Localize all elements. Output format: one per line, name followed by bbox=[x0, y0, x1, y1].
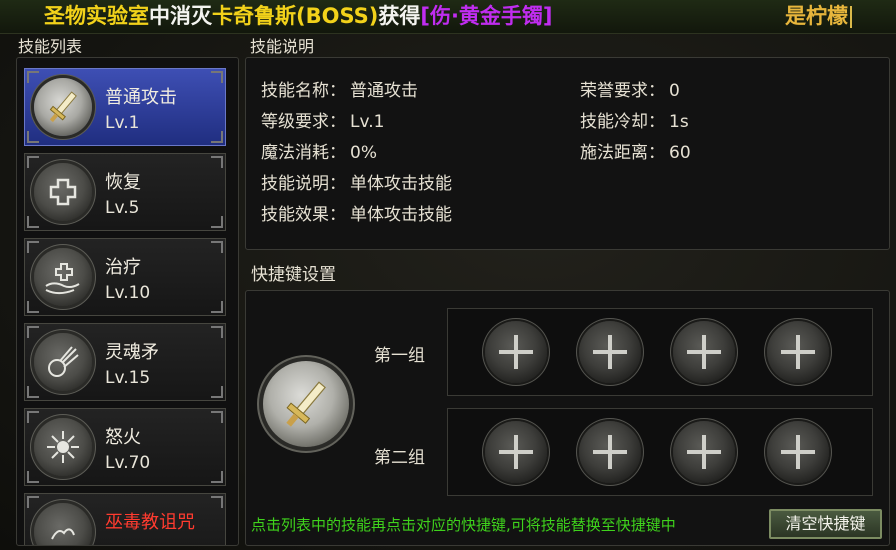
sword-icon bbox=[34, 78, 92, 136]
banner-gain: 获得 bbox=[378, 4, 421, 28]
range-value: 60 bbox=[669, 143, 691, 163]
text-cursor bbox=[850, 6, 852, 28]
shortcut-slot[interactable] bbox=[485, 321, 547, 383]
clear-shortcuts-button[interactable]: 清空快捷键 bbox=[769, 509, 882, 539]
shortcut-slot[interactable] bbox=[767, 321, 829, 383]
skill-name-value: 普通攻击 bbox=[350, 81, 418, 101]
skill-item-level: Lv.10 bbox=[105, 283, 151, 303]
shortcut-slot[interactable] bbox=[673, 421, 735, 483]
announcement-message: 圣物实验室中消灭卡奇鲁斯(BOSS)获得[伤·黄金手镯] bbox=[44, 0, 553, 33]
skill-item-voodoo-curse[interactable]: 巫毒教诅咒 bbox=[24, 493, 226, 545]
skill-item-name: 治疗 bbox=[105, 257, 141, 278]
effect-row: 技能效果： 单体攻击技能 bbox=[261, 200, 452, 225]
skill-item-level: Lv.1 bbox=[105, 113, 140, 133]
effect-label: 技能效果： bbox=[261, 205, 346, 225]
fury-icon bbox=[34, 418, 92, 476]
announcement-banner: 圣物实验室中消灭卡奇鲁斯(BOSS)获得[伤·黄金手镯] 是柠檬 bbox=[0, 0, 896, 34]
honor-row: 荣誉要求： 0 bbox=[580, 76, 680, 101]
skill-item-level: Lv.70 bbox=[105, 453, 151, 473]
plus-heal-icon bbox=[34, 163, 92, 221]
skill-item-level: Lv.15 bbox=[105, 368, 151, 388]
level-row: 等级要求： Lv.1 bbox=[261, 107, 384, 132]
banner-player-name: 是柠檬 bbox=[785, 4, 848, 28]
range-label: 施法距离： bbox=[580, 143, 665, 163]
honor-label: 荣誉要求： bbox=[580, 81, 665, 101]
banner-boss: 卡奇鲁斯(BOSS) bbox=[212, 4, 379, 28]
skill-list-title: 技能列表 bbox=[18, 37, 83, 56]
skill-item-soul-spear[interactable]: 灵魂矛 Lv.15 bbox=[24, 323, 226, 401]
level-value: Lv.1 bbox=[350, 112, 385, 132]
skill-item-fury[interactable]: 怒火 Lv.70 bbox=[24, 408, 226, 486]
effect-value: 单体攻击技能 bbox=[350, 205, 452, 225]
cooldown-value: 1s bbox=[669, 112, 689, 132]
selected-skill-sword-icon[interactable] bbox=[263, 361, 349, 447]
desc-row: 技能说明： 单体攻击技能 bbox=[261, 169, 452, 194]
skill-item-recover[interactable]: 恢复 Lv.5 bbox=[24, 153, 226, 231]
mana-label: 魔法消耗： bbox=[261, 143, 346, 163]
shortcut-group-2 bbox=[447, 408, 873, 496]
voodoo-curse-icon bbox=[34, 503, 92, 545]
skill-item-name: 巫毒教诅咒 bbox=[105, 512, 195, 533]
shortcut-slot[interactable] bbox=[485, 421, 547, 483]
skill-item-name: 恢复 bbox=[105, 172, 141, 193]
skill-window: 圣物实验室中消灭卡奇鲁斯(BOSS)获得[伤·黄金手镯] 是柠檬 技能列表 普通… bbox=[0, 0, 896, 550]
skill-info-title: 技能说明 bbox=[250, 37, 315, 56]
shortcut-slot[interactable] bbox=[767, 421, 829, 483]
banner-verb: 中消灭 bbox=[149, 4, 212, 28]
skill-item-level: Lv.5 bbox=[105, 198, 140, 218]
shortcut-group-1 bbox=[447, 308, 873, 396]
soul-spear-icon bbox=[34, 333, 92, 391]
skill-item-name: 灵魂矛 bbox=[105, 342, 159, 363]
desc-label: 技能说明： bbox=[261, 174, 346, 194]
skill-item-name: 普通攻击 bbox=[105, 87, 177, 108]
shortcut-slot[interactable] bbox=[673, 321, 735, 383]
group2-label: 第二组 bbox=[374, 448, 425, 468]
banner-location: 圣物实验室 bbox=[44, 4, 149, 28]
cooldown-label: 技能冷却： bbox=[580, 112, 665, 132]
shortcut-title: 快捷键设置 bbox=[251, 265, 336, 285]
banner-player: 是柠檬 bbox=[785, 0, 852, 33]
desc-value: 单体攻击技能 bbox=[350, 174, 452, 194]
mana-row: 魔法消耗： 0% bbox=[261, 138, 377, 163]
skill-info-panel: 技能名称： 普通攻击 等级要求： Lv.1 魔法消耗： 0% 技能说明： 单体攻击技能 … bbox=[245, 57, 890, 250]
cooldown-row: 技能冷却： 1s bbox=[580, 107, 689, 132]
skill-name-row: 技能名称： 普通攻击 bbox=[261, 76, 418, 101]
skill-name-label: 技能名称： bbox=[261, 81, 346, 101]
range-row: 施法距离： 60 bbox=[580, 138, 691, 163]
mana-value: 0% bbox=[350, 143, 377, 163]
skill-item-name: 怒火 bbox=[105, 427, 141, 448]
honor-value: 0 bbox=[669, 81, 680, 101]
shortcut-slot[interactable] bbox=[579, 321, 641, 383]
skill-item-normal-attack[interactable]: 普通攻击 Lv.1 bbox=[24, 68, 226, 146]
skill-list[interactable]: 普通攻击 Lv.1 恢复 Lv.5 治疗 Lv.10 灵魂矛 Lv.15 怒火 … bbox=[16, 57, 239, 546]
skill-item-heal[interactable]: 治疗 Lv.10 bbox=[24, 238, 226, 316]
shortcut-panel: 第一组 第二组 点击列表中的技能再点击对应的快捷键,可将技能替换至快捷键中 清空… bbox=[245, 290, 890, 546]
hand-heal-icon bbox=[34, 248, 92, 306]
level-label: 等级要求： bbox=[261, 112, 346, 132]
shortcut-slot[interactable] bbox=[579, 421, 641, 483]
banner-item: [伤·黄金手镯] bbox=[420, 4, 553, 28]
group1-label: 第一组 bbox=[374, 346, 425, 366]
shortcut-hint: 点击列表中的技能再点击对应的快捷键,可将技能替换至快捷键中 bbox=[251, 516, 676, 534]
